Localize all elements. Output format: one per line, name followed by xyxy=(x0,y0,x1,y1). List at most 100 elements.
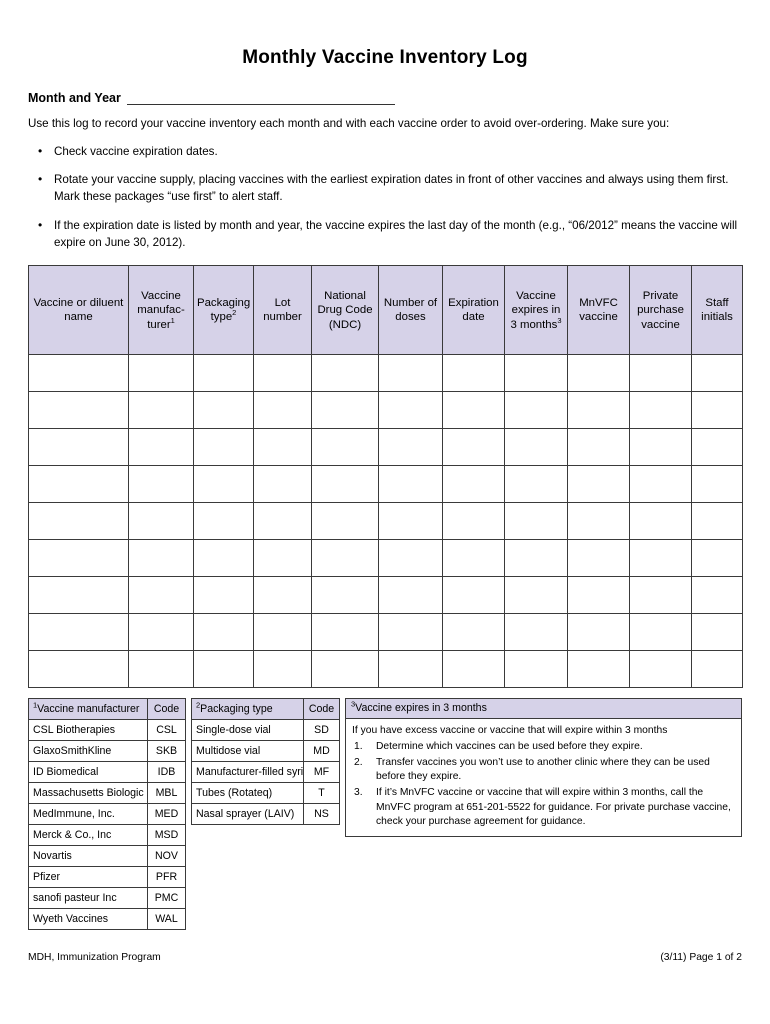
inventory-cell[interactable] xyxy=(691,428,743,467)
inventory-cell[interactable] xyxy=(378,502,443,541)
inventory-cell[interactable] xyxy=(629,539,692,578)
inventory-cell[interactable] xyxy=(567,539,630,578)
inventory-cell[interactable] xyxy=(311,650,379,689)
inventory-cell[interactable] xyxy=(629,465,692,504)
inventory-cell[interactable] xyxy=(128,576,194,615)
inventory-cell[interactable] xyxy=(504,613,568,652)
inventory-cell[interactable] xyxy=(504,502,568,541)
inventory-cell[interactable] xyxy=(28,354,129,393)
inventory-cell[interactable] xyxy=(193,539,254,578)
inventory-cell[interactable] xyxy=(567,354,630,393)
inventory-cell[interactable] xyxy=(504,650,568,689)
inventory-cell[interactable] xyxy=(691,650,743,689)
inventory-cell[interactable] xyxy=(691,465,743,504)
month-and-year-input[interactable] xyxy=(126,91,395,105)
inventory-cell[interactable] xyxy=(691,502,743,541)
inventory-cell[interactable] xyxy=(128,539,194,578)
inventory-cell[interactable] xyxy=(567,428,630,467)
inventory-cell[interactable] xyxy=(253,391,312,430)
inventory-cell[interactable] xyxy=(193,354,254,393)
inventory-cell[interactable] xyxy=(629,650,692,689)
inventory-cell[interactable] xyxy=(311,539,379,578)
inventory-cell[interactable] xyxy=(253,539,312,578)
inventory-cell[interactable] xyxy=(442,465,505,504)
inventory-cell[interactable] xyxy=(193,576,254,615)
inventory-cell[interactable] xyxy=(378,576,443,615)
inventory-cell[interactable] xyxy=(28,465,129,504)
inventory-cell[interactable] xyxy=(28,428,129,467)
inventory-cell[interactable] xyxy=(504,465,568,504)
inventory-cell[interactable] xyxy=(378,354,443,393)
inventory-cell[interactable] xyxy=(378,650,443,689)
inventory-cell[interactable] xyxy=(128,650,194,689)
inventory-cell[interactable] xyxy=(691,539,743,578)
inventory-cell[interactable] xyxy=(691,391,743,430)
inventory-cell[interactable] xyxy=(629,576,692,615)
inventory-cell[interactable] xyxy=(567,391,630,430)
inventory-cell[interactable] xyxy=(567,502,630,541)
inventory-cell[interactable] xyxy=(193,465,254,504)
inventory-cell[interactable] xyxy=(504,539,568,578)
inventory-cell[interactable] xyxy=(691,354,743,393)
inventory-cell[interactable] xyxy=(629,354,692,393)
inventory-cell[interactable] xyxy=(253,613,312,652)
inventory-cell[interactable] xyxy=(378,465,443,504)
inventory-cell[interactable] xyxy=(442,650,505,689)
inventory-cell[interactable] xyxy=(629,428,692,467)
inventory-cell[interactable] xyxy=(378,539,443,578)
inventory-cell[interactable] xyxy=(28,576,129,615)
inventory-cell[interactable] xyxy=(253,465,312,504)
inventory-cell[interactable] xyxy=(567,650,630,689)
inventory-cell[interactable] xyxy=(28,613,129,652)
inventory-cell[interactable] xyxy=(311,576,379,615)
inventory-cell[interactable] xyxy=(442,539,505,578)
inventory-cell[interactable] xyxy=(193,650,254,689)
inventory-cell[interactable] xyxy=(691,576,743,615)
inventory-cell[interactable] xyxy=(629,502,692,541)
inventory-cell[interactable] xyxy=(193,502,254,541)
inventory-cell[interactable] xyxy=(504,391,568,430)
inventory-cell[interactable] xyxy=(629,391,692,430)
inventory-cell[interactable] xyxy=(128,391,194,430)
inventory-cell[interactable] xyxy=(442,576,505,615)
inventory-cell[interactable] xyxy=(442,428,505,467)
inventory-cell[interactable] xyxy=(378,428,443,467)
inventory-cell[interactable] xyxy=(128,465,194,504)
inventory-cell[interactable] xyxy=(567,465,630,504)
inventory-cell[interactable] xyxy=(567,576,630,615)
inventory-cell[interactable] xyxy=(442,613,505,652)
inventory-cell[interactable] xyxy=(193,391,254,430)
inventory-cell[interactable] xyxy=(629,613,692,652)
inventory-cell[interactable] xyxy=(504,428,568,467)
inventory-cell[interactable] xyxy=(193,428,254,467)
inventory-cell[interactable] xyxy=(128,613,194,652)
inventory-cell[interactable] xyxy=(128,354,194,393)
inventory-cell[interactable] xyxy=(28,650,129,689)
inventory-cell[interactable] xyxy=(253,354,312,393)
inventory-cell[interactable] xyxy=(311,465,379,504)
inventory-cell[interactable] xyxy=(311,391,379,430)
inventory-cell[interactable] xyxy=(128,502,194,541)
inventory-cell[interactable] xyxy=(311,613,379,652)
inventory-cell[interactable] xyxy=(253,576,312,615)
inventory-cell[interactable] xyxy=(442,502,505,541)
inventory-cell[interactable] xyxy=(442,391,505,430)
inventory-cell[interactable] xyxy=(128,428,194,467)
inventory-cell[interactable] xyxy=(691,613,743,652)
inventory-cell[interactable] xyxy=(504,576,568,615)
inventory-cell[interactable] xyxy=(378,613,443,652)
inventory-cell[interactable] xyxy=(193,613,254,652)
inventory-cell[interactable] xyxy=(567,613,630,652)
inventory-cell[interactable] xyxy=(28,539,129,578)
inventory-cell[interactable] xyxy=(442,354,505,393)
inventory-cell[interactable] xyxy=(311,428,379,467)
inventory-cell[interactable] xyxy=(28,391,129,430)
inventory-cell[interactable] xyxy=(253,502,312,541)
inventory-cell[interactable] xyxy=(504,354,568,393)
inventory-cell[interactable] xyxy=(253,428,312,467)
inventory-cell[interactable] xyxy=(311,502,379,541)
inventory-cell[interactable] xyxy=(28,502,129,541)
inventory-cell[interactable] xyxy=(378,391,443,430)
inventory-cell[interactable] xyxy=(253,650,312,689)
inventory-cell[interactable] xyxy=(311,354,379,393)
